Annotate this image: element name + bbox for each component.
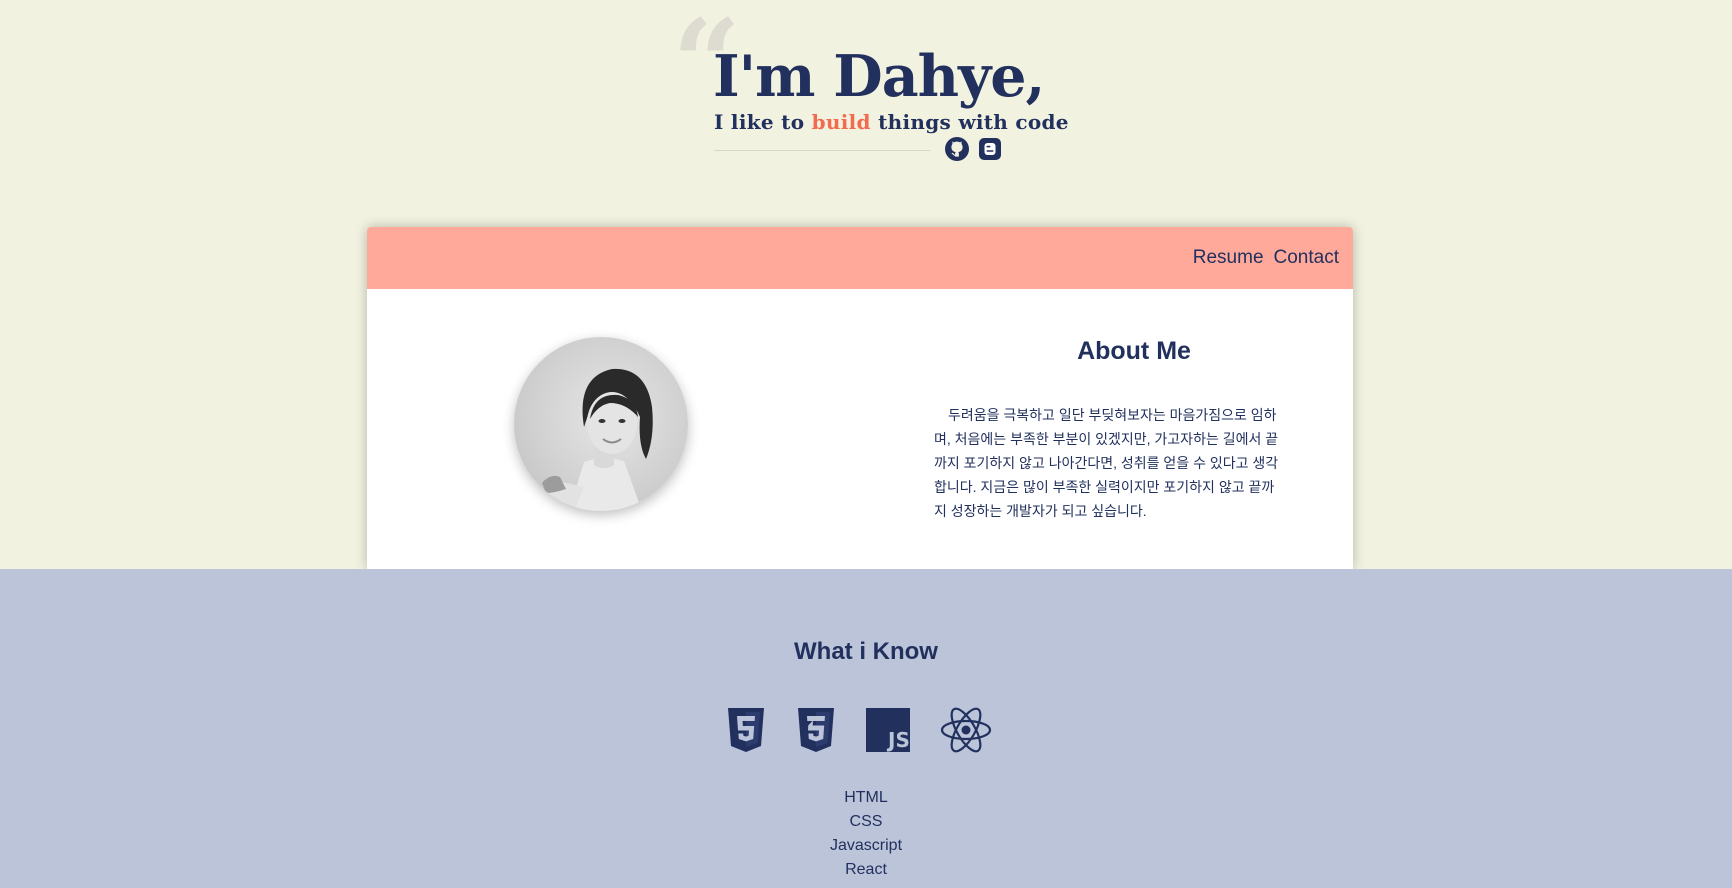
about-text: 두려움을 극복하고 일단 부딪혀보자는 마음가짐으로 임하며, 처음에는 부족한…: [934, 407, 1279, 519]
hero-subtitle-pre: I like to: [714, 110, 812, 134]
css3-icon: [798, 708, 834, 752]
hero-subtitle-highlight: build: [811, 110, 871, 134]
skill-icons: JS: [726, 707, 992, 753]
profile-photo: [542, 368, 653, 511]
skill-item-react: React: [845, 861, 887, 878]
blog-link[interactable]: [978, 137, 1002, 161]
react-icon: [940, 707, 992, 753]
avatar: [514, 337, 688, 511]
github-link[interactable]: [945, 137, 969, 161]
top-nav: Resume Contact: [367, 227, 1353, 289]
hero-title: I'm Dahye,: [713, 43, 1045, 110]
skill-list: HTML CSS Javascript React: [0, 786, 1732, 882]
nav-contact-link[interactable]: Contact: [1274, 247, 1339, 269]
skill-item-javascript: Javascript: [829, 837, 903, 854]
skill-item-css: CSS: [849, 813, 883, 830]
social-links: [945, 137, 1002, 161]
skills-title: What i Know: [794, 638, 938, 665]
hero-subtitle: I like to build things with code: [714, 110, 1069, 134]
hero-divider: [714, 150, 930, 151]
blogger-icon: [979, 138, 1001, 160]
skill-item-html: HTML: [844, 789, 888, 806]
javascript-icon: JS: [866, 708, 910, 752]
hero-subtitle-post: things with code: [870, 110, 1069, 134]
about-title: About Me: [1077, 337, 1191, 365]
html5-icon: [728, 708, 764, 752]
github-icon: [945, 137, 969, 161]
profile-card: Resume Contact About Me 두려움을 극복하고 일단 부딪혀…: [367, 227, 1353, 569]
nav-resume-link[interactable]: Resume: [1193, 247, 1264, 269]
skills-section: What i Know JS HTML CSS Javascript React: [0, 569, 1732, 888]
svg-text:JS: JS: [886, 728, 910, 752]
